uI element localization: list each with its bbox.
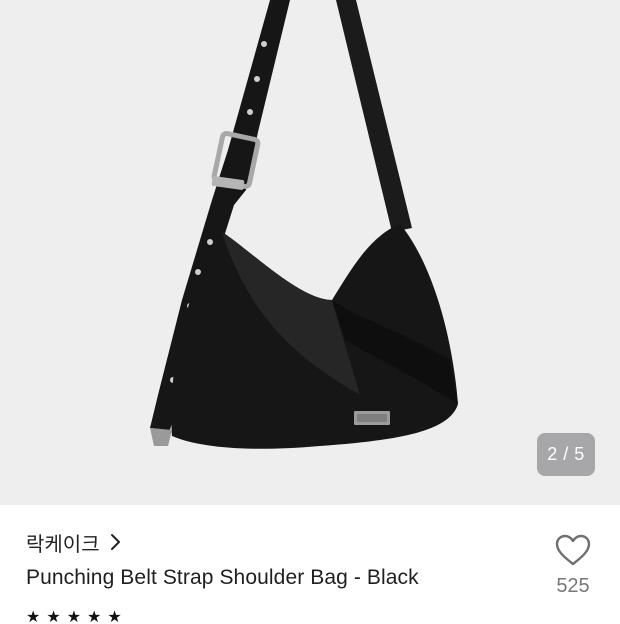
brand-name: 락케이크 [26,531,100,556]
shoulder-bag-image [150,0,458,449]
like-count: 525 [556,575,590,597]
star-icon: ★ [46,610,61,624]
image-page-counter: 2 / 5 [537,433,595,476]
chevron-right-icon [110,534,120,550]
product-title: Punching Belt Strap Shoulder Bag - Black [26,566,419,589]
star-icon: ★ [87,610,102,624]
heart-icon [555,534,591,566]
star-icon: ★ [107,610,122,624]
star-icon: ★ [66,610,82,624]
product-image-carousel[interactable]: 2 / 5 [0,0,620,505]
rating-stars: ★ ★ ★ ★ ★ [26,610,122,624]
star-icon: ★ [26,610,41,624]
product-info-panel [0,505,620,620]
like-button[interactable]: 525 [548,533,598,598]
brand-link[interactable]: 락케이크 [26,528,122,556]
